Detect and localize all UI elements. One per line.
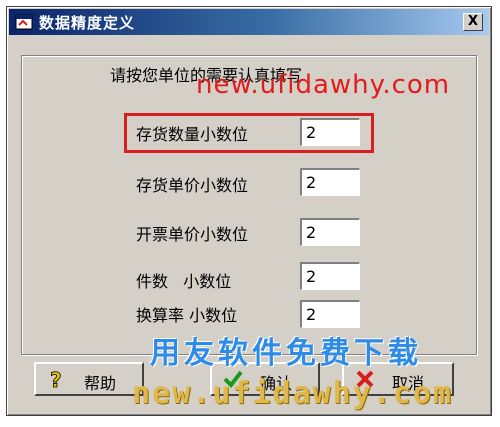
- settings-group: [21, 55, 477, 355]
- inventory-unit-price-decimals-label: 存货单价小数位: [136, 176, 249, 195]
- question-icon: ?: [46, 368, 68, 393]
- piece-count-decimals-label: 件数 小数位: [136, 272, 232, 291]
- close-button[interactable]: X: [463, 13, 483, 31]
- watermark-url-bottom: new.ufidawhy.com: [132, 376, 453, 411]
- window-title: 数据精度定义: [39, 14, 136, 32]
- inventory-quantity-decimals-label: 存货数量小数位: [136, 125, 249, 144]
- close-icon: X: [467, 14, 479, 29]
- conversion-rate-decimals-input[interactable]: [300, 300, 360, 328]
- conversion-rate-decimals-label: 换算率 小数位: [136, 306, 238, 325]
- app-window-icon: [15, 13, 33, 31]
- title-bar[interactable]: 数据精度定义 X: [9, 9, 489, 35]
- watermark-chinese: 用友软件免费下载: [150, 336, 422, 371]
- piece-count-decimals-input[interactable]: [300, 262, 360, 290]
- invoice-unit-price-decimals-label: 开票单价小数位: [136, 225, 249, 244]
- svg-text:?: ?: [50, 368, 62, 390]
- inventory-unit-price-decimals-input[interactable]: [300, 168, 360, 196]
- watermark-url-top: new.ufidawhy.com: [196, 70, 451, 100]
- help-button[interactable]: ? 帮助: [34, 362, 144, 396]
- inventory-quantity-decimals-input[interactable]: [300, 118, 360, 146]
- invoice-unit-price-decimals-input[interactable]: [300, 218, 360, 246]
- help-button-label: 帮助: [84, 374, 117, 393]
